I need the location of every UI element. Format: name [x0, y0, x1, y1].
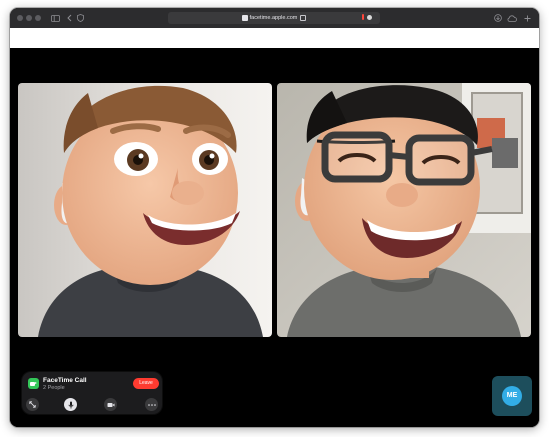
browser-toolbar: facetime.apple.com: [10, 8, 539, 28]
call-stage: FaceTime Call 2 People Leave ME: [10, 48, 539, 427]
participant-video-1[interactable]: [18, 83, 272, 337]
microphone-in-use-icon[interactable]: [362, 14, 364, 20]
call-title: FaceTime Call: [43, 377, 87, 384]
microphone-icon: [68, 401, 73, 408]
participant-count: 2 People: [43, 385, 65, 391]
reader-icon[interactable]: [367, 15, 372, 20]
memoji-avatar-2: [277, 83, 531, 337]
camera-icon: [107, 402, 114, 407]
self-view-tile[interactable]: ME: [492, 376, 532, 416]
expand-button[interactable]: [26, 398, 39, 411]
expand-icon: [29, 401, 36, 408]
microphone-button[interactable]: [64, 398, 77, 411]
facetime-icon: [28, 378, 39, 389]
site-favicon-icon: [241, 15, 248, 21]
download-icon[interactable]: [493, 12, 502, 24]
memoji-avatar-1: [18, 83, 272, 337]
back-icon[interactable]: [65, 12, 73, 24]
address-bar[interactable]: facetime.apple.com: [168, 12, 380, 24]
leave-button[interactable]: Leave: [133, 378, 159, 389]
page-header-strip: [10, 28, 539, 48]
more-icon: [147, 403, 156, 406]
url-text: facetime.apple.com: [249, 15, 298, 21]
self-avatar: ME: [502, 386, 522, 406]
shield-icon[interactable]: [76, 12, 84, 24]
more-button[interactable]: [145, 398, 158, 411]
browser-window: facetime.apple.com FaceTime Call 2 Peopl…: [10, 8, 539, 427]
lock-icon: [300, 15, 307, 21]
camera-button[interactable]: [104, 398, 117, 411]
zoom-window-button[interactable]: [35, 15, 41, 21]
new-tab-icon[interactable]: [523, 12, 531, 24]
participant-video-2[interactable]: [277, 83, 531, 337]
cloud-icon[interactable]: [507, 12, 517, 24]
close-window-button[interactable]: [17, 15, 23, 21]
sidebar-icon[interactable]: [50, 12, 60, 24]
call-controls-panel: FaceTime Call 2 People Leave: [22, 372, 162, 414]
minimize-window-button[interactable]: [26, 15, 32, 21]
